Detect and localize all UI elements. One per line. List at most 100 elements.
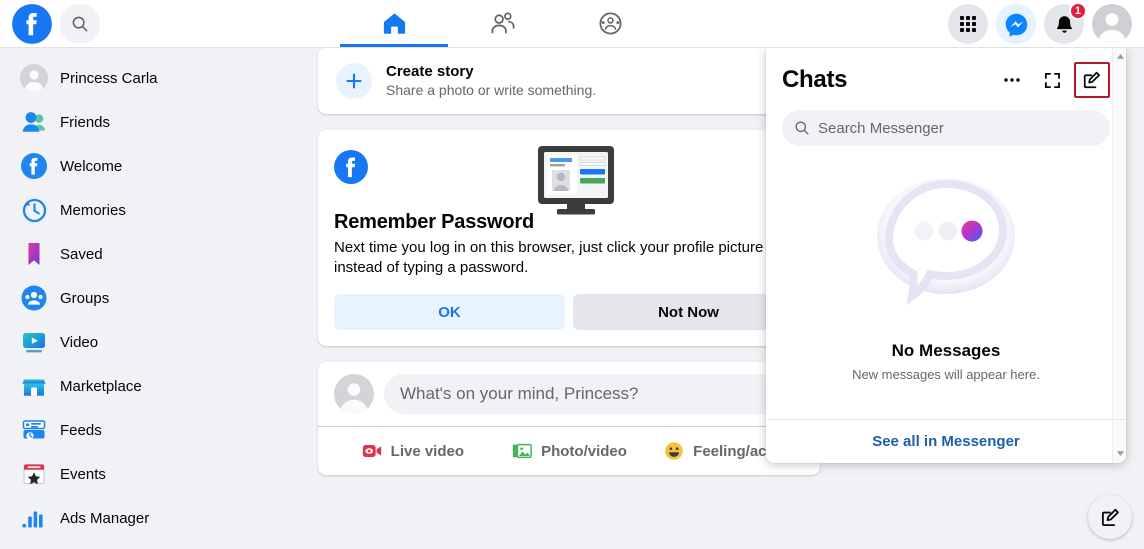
chats-expand-button[interactable] (1034, 62, 1070, 98)
live-video-button[interactable]: Live video (334, 427, 491, 475)
sidebar-item-profile[interactable]: Princess Carla (12, 56, 292, 100)
sidebar-item-events[interactable]: Events (12, 452, 292, 496)
expand-icon (1044, 72, 1060, 88)
search-icon (795, 121, 809, 135)
top-navigation-bar: 1 (0, 0, 1144, 48)
sidebar-item-welcome[interactable]: Welcome (12, 144, 292, 188)
live-video-icon (362, 445, 381, 457)
profile-avatar-icon (20, 64, 48, 92)
messenger-search-input[interactable]: Search Messenger (782, 110, 1110, 146)
chats-empty-state: No Messages New messages will appear her… (766, 174, 1126, 382)
home-icon (383, 13, 405, 34)
account-avatar-icon (1092, 4, 1132, 44)
sidebar-item-label: Events (60, 465, 106, 483)
messenger-search-placeholder: Search Messenger (818, 119, 944, 137)
compose-new-message-icon (1083, 71, 1100, 89)
chats-scrollbar[interactable] (1112, 48, 1126, 463)
chats-empty-title: No Messages (891, 341, 1001, 360)
post-composer-card: What's on your mind, Princess? Live vide… (318, 362, 820, 475)
chats-panel-actions (994, 62, 1110, 98)
groups-icon (599, 12, 621, 35)
chats-compose-button[interactable] (1074, 62, 1110, 98)
speech-bubble-illustration-icon (875, 174, 1017, 329)
photo-video-icon (512, 443, 532, 459)
remember-password-buttons: OK Not Now (334, 294, 804, 330)
facebook-page: 1 Princess Carla Friends Welcome Memorie… (0, 0, 1144, 549)
tab-home[interactable] (340, 0, 448, 47)
messenger-icon (1005, 13, 1027, 37)
sidebar-item-label: Ads Manager (60, 509, 150, 527)
sidebar-item-video[interactable]: Video (12, 320, 292, 364)
friends-icon (491, 12, 514, 34)
ellipsis-icon (1004, 78, 1020, 82)
create-story-title: Create story (386, 63, 474, 80)
sidebar-item-label: Memories (60, 201, 126, 219)
search-button[interactable] (60, 3, 100, 44)
messenger-button[interactable] (996, 4, 1036, 44)
feeling-activity-icon (665, 442, 683, 460)
plus-icon (336, 63, 372, 99)
saved-bookmark-icon (28, 243, 40, 265)
friends-icon (22, 112, 45, 132)
sidebar-item-label: Princess Carla (60, 69, 158, 87)
sidebar-item-groups[interactable]: Groups (12, 276, 292, 320)
ok-button[interactable]: OK (334, 294, 565, 330)
chats-empty-subtitle: New messages will appear here. (852, 367, 1040, 382)
marketplace-store-icon (22, 379, 46, 396)
remember-password-card: Remember Password Next time you log in o… (318, 130, 820, 346)
menu-button[interactable] (948, 4, 988, 44)
see-all-in-messenger-link[interactable]: See all in Messenger (766, 419, 1126, 463)
create-story-subtitle: Share a photo or write something. (386, 82, 597, 98)
chats-panel-header: Chats (766, 48, 1126, 102)
memories-clock-icon (22, 198, 47, 223)
grid-menu-icon (960, 16, 976, 32)
sidebar-item-feeds[interactable]: Feeds (12, 408, 292, 452)
feeds-icon (22, 420, 46, 440)
tab-groups[interactable] (556, 0, 664, 47)
chats-panel-title: Chats (782, 66, 848, 93)
sidebar-item-ads-manager[interactable]: Ads Manager (12, 496, 292, 540)
sidebar-item-label: Groups (60, 289, 110, 307)
remember-password-body: Next time you log in on this browser, ju… (334, 239, 764, 276)
create-story-card: Create story Share a photo or write some… (318, 48, 820, 114)
events-calendar-icon (23, 463, 45, 485)
sidebar-item-memories[interactable]: Memories (12, 188, 292, 232)
composer-row: What's on your mind, Princess? (334, 374, 804, 426)
sidebar-item-marketplace[interactable]: Marketplace (12, 364, 292, 408)
sidebar-item-label: Saved (60, 245, 103, 263)
sidebar-item-label: Video (60, 333, 99, 351)
composer-input[interactable]: What's on your mind, Princess? (384, 374, 804, 414)
chats-options-button[interactable] (994, 62, 1030, 98)
sidebar-item-label: Friends (60, 113, 111, 131)
scroll-up-arrow-icon[interactable] (1113, 49, 1126, 63)
account-button[interactable] (1092, 4, 1132, 44)
notifications-button[interactable]: 1 (1044, 2, 1087, 44)
sidebar-item-saved[interactable]: Saved (12, 232, 292, 276)
facebook-logo-icon (334, 150, 368, 189)
compose-new-message-icon (1101, 508, 1119, 526)
search-icon (72, 16, 88, 31)
floating-compose-button[interactable] (1088, 495, 1132, 539)
facebook-welcome-icon (21, 153, 47, 179)
photo-video-label: Photo/video (541, 442, 627, 460)
live-video-label: Live video (390, 442, 465, 460)
topbar-left-group (0, 3, 100, 44)
facebook-logo-icon[interactable] (12, 3, 52, 44)
tab-friends[interactable] (448, 0, 556, 47)
profile-avatar-icon[interactable] (334, 374, 374, 414)
create-story-text: Create story Share a photo or write some… (386, 62, 596, 100)
video-play-icon (23, 333, 45, 353)
photo-video-button[interactable]: Photo/video (491, 427, 648, 475)
composer-actions: Live video Photo/video Feeling/acti... (334, 427, 804, 475)
sidebar-item-friends[interactable]: Friends (12, 100, 292, 144)
groups-icon (21, 285, 47, 311)
create-story-button[interactable]: Create story Share a photo or write some… (318, 48, 820, 114)
ads-manager-bars-icon (22, 511, 43, 528)
topbar-tabs (340, 0, 664, 47)
sidebar-item-label: Welcome (60, 157, 123, 175)
sidebar-item-label: Feeds (60, 421, 102, 439)
main-feed: Create story Share a photo or write some… (318, 48, 820, 491)
chats-panel: Chats Search Messenger No Messages New m… (766, 48, 1126, 463)
notifications-badge: 1 (1068, 2, 1087, 20)
sidebar-item-label: Marketplace (60, 377, 142, 395)
